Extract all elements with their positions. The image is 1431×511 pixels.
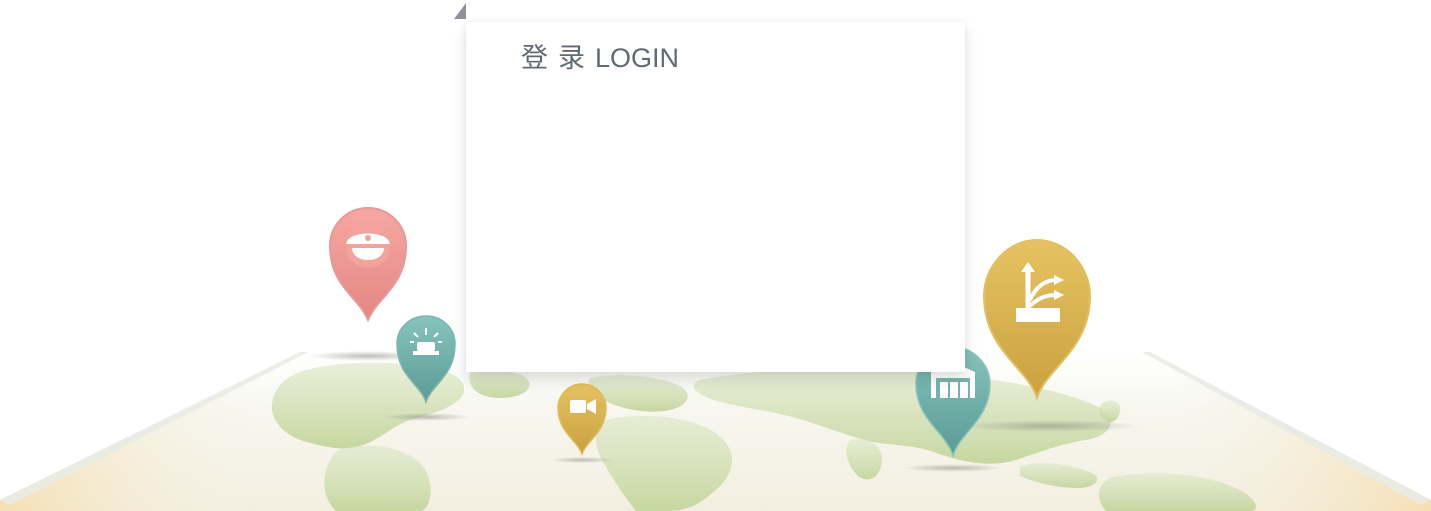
login-panel: 登录 LOGIN — [466, 22, 965, 372]
corner-fold-icon — [454, 3, 466, 19]
login-title-cn-2: 录 — [558, 43, 585, 73]
police-pin[interactable] — [328, 206, 408, 323]
login-title: 登录 LOGIN — [521, 36, 689, 75]
login-title-en: LOGIN — [595, 43, 680, 73]
video-camera-icon — [570, 399, 596, 414]
login-title-cn-1: 登 — [521, 43, 548, 73]
police-cap-icon — [346, 224, 390, 268]
